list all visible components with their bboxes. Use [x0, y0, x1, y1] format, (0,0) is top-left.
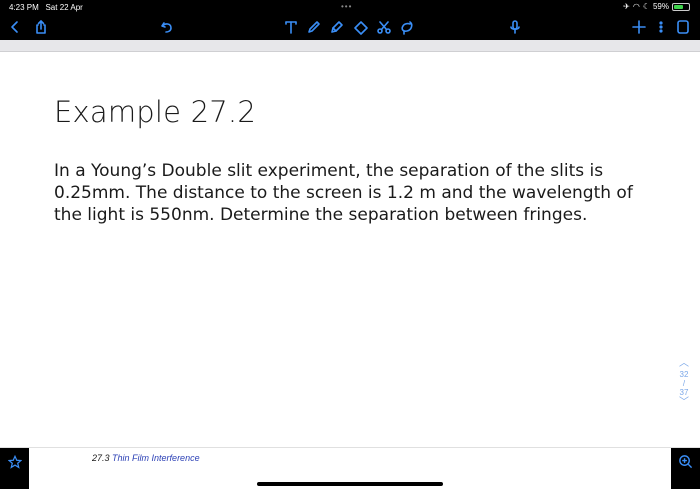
more-icon[interactable]: [652, 18, 670, 36]
tab-strip: [0, 40, 700, 52]
undo-icon[interactable]: [158, 18, 176, 36]
total-pages: 37: [679, 388, 689, 397]
current-page: 32: [679, 370, 689, 379]
text-tool-icon[interactable]: [282, 18, 300, 36]
footer-section-label: 27.3 Thin Film Interference: [92, 453, 200, 463]
add-icon[interactable]: [630, 18, 648, 36]
wifi-icon: ◠: [632, 2, 640, 11]
lasso-icon[interactable]: [398, 18, 416, 36]
airplane-icon: ✈: [623, 2, 630, 11]
section-number: 27.3: [92, 453, 110, 463]
status-bar: 4:23 PM Sat 22 Apr ••• ✈ ◠ ☾ 59%: [0, 0, 700, 14]
zoom-button[interactable]: [671, 448, 700, 489]
toolbar: [0, 14, 700, 40]
zoom-in-icon: [679, 455, 693, 469]
microphone-icon[interactable]: [506, 18, 524, 36]
status-indicators: ✈ ◠ ☾ 59%: [623, 2, 690, 11]
status-time: 4:23 PM Sat 22 Apr: [9, 3, 83, 12]
bottom-bar: 27.3 Thin Film Interference: [0, 447, 700, 489]
scissors-icon[interactable]: [375, 18, 393, 36]
battery-percent: 59%: [652, 2, 669, 11]
page-down-icon[interactable]: ﹀: [679, 397, 689, 409]
eraser-icon[interactable]: [352, 18, 370, 36]
share-icon[interactable]: [32, 18, 50, 36]
moon-icon: ☾: [642, 2, 650, 11]
time-text: 4:23 PM: [9, 3, 39, 12]
section-title-link[interactable]: Thin Film Interference: [112, 453, 200, 463]
slide-body: In a Young’s Double slit experiment, the…: [54, 161, 633, 225]
battery-icon: [672, 2, 690, 11]
favorite-button[interactable]: [0, 448, 29, 489]
pen-icon[interactable]: [305, 18, 323, 36]
page-up-icon[interactable]: ︿: [679, 358, 689, 370]
battery-fill: [674, 4, 683, 9]
more-dots[interactable]: •••: [341, 2, 352, 11]
date-text: Sat 22 Apr: [45, 3, 83, 12]
slide-title: Example 27.2: [54, 95, 257, 129]
page-navigator: ︿ 32 / 37 ﹀: [676, 358, 692, 409]
document-page[interactable]: Example 27.2 In a Young’s Double slit ex…: [0, 52, 700, 447]
page-view-icon[interactable]: [674, 18, 692, 36]
page-separator: /: [682, 379, 686, 388]
home-indicator[interactable]: [257, 482, 443, 486]
back-icon[interactable]: [6, 18, 24, 36]
highlighter-icon[interactable]: [328, 18, 346, 36]
star-icon: [7, 455, 22, 469]
